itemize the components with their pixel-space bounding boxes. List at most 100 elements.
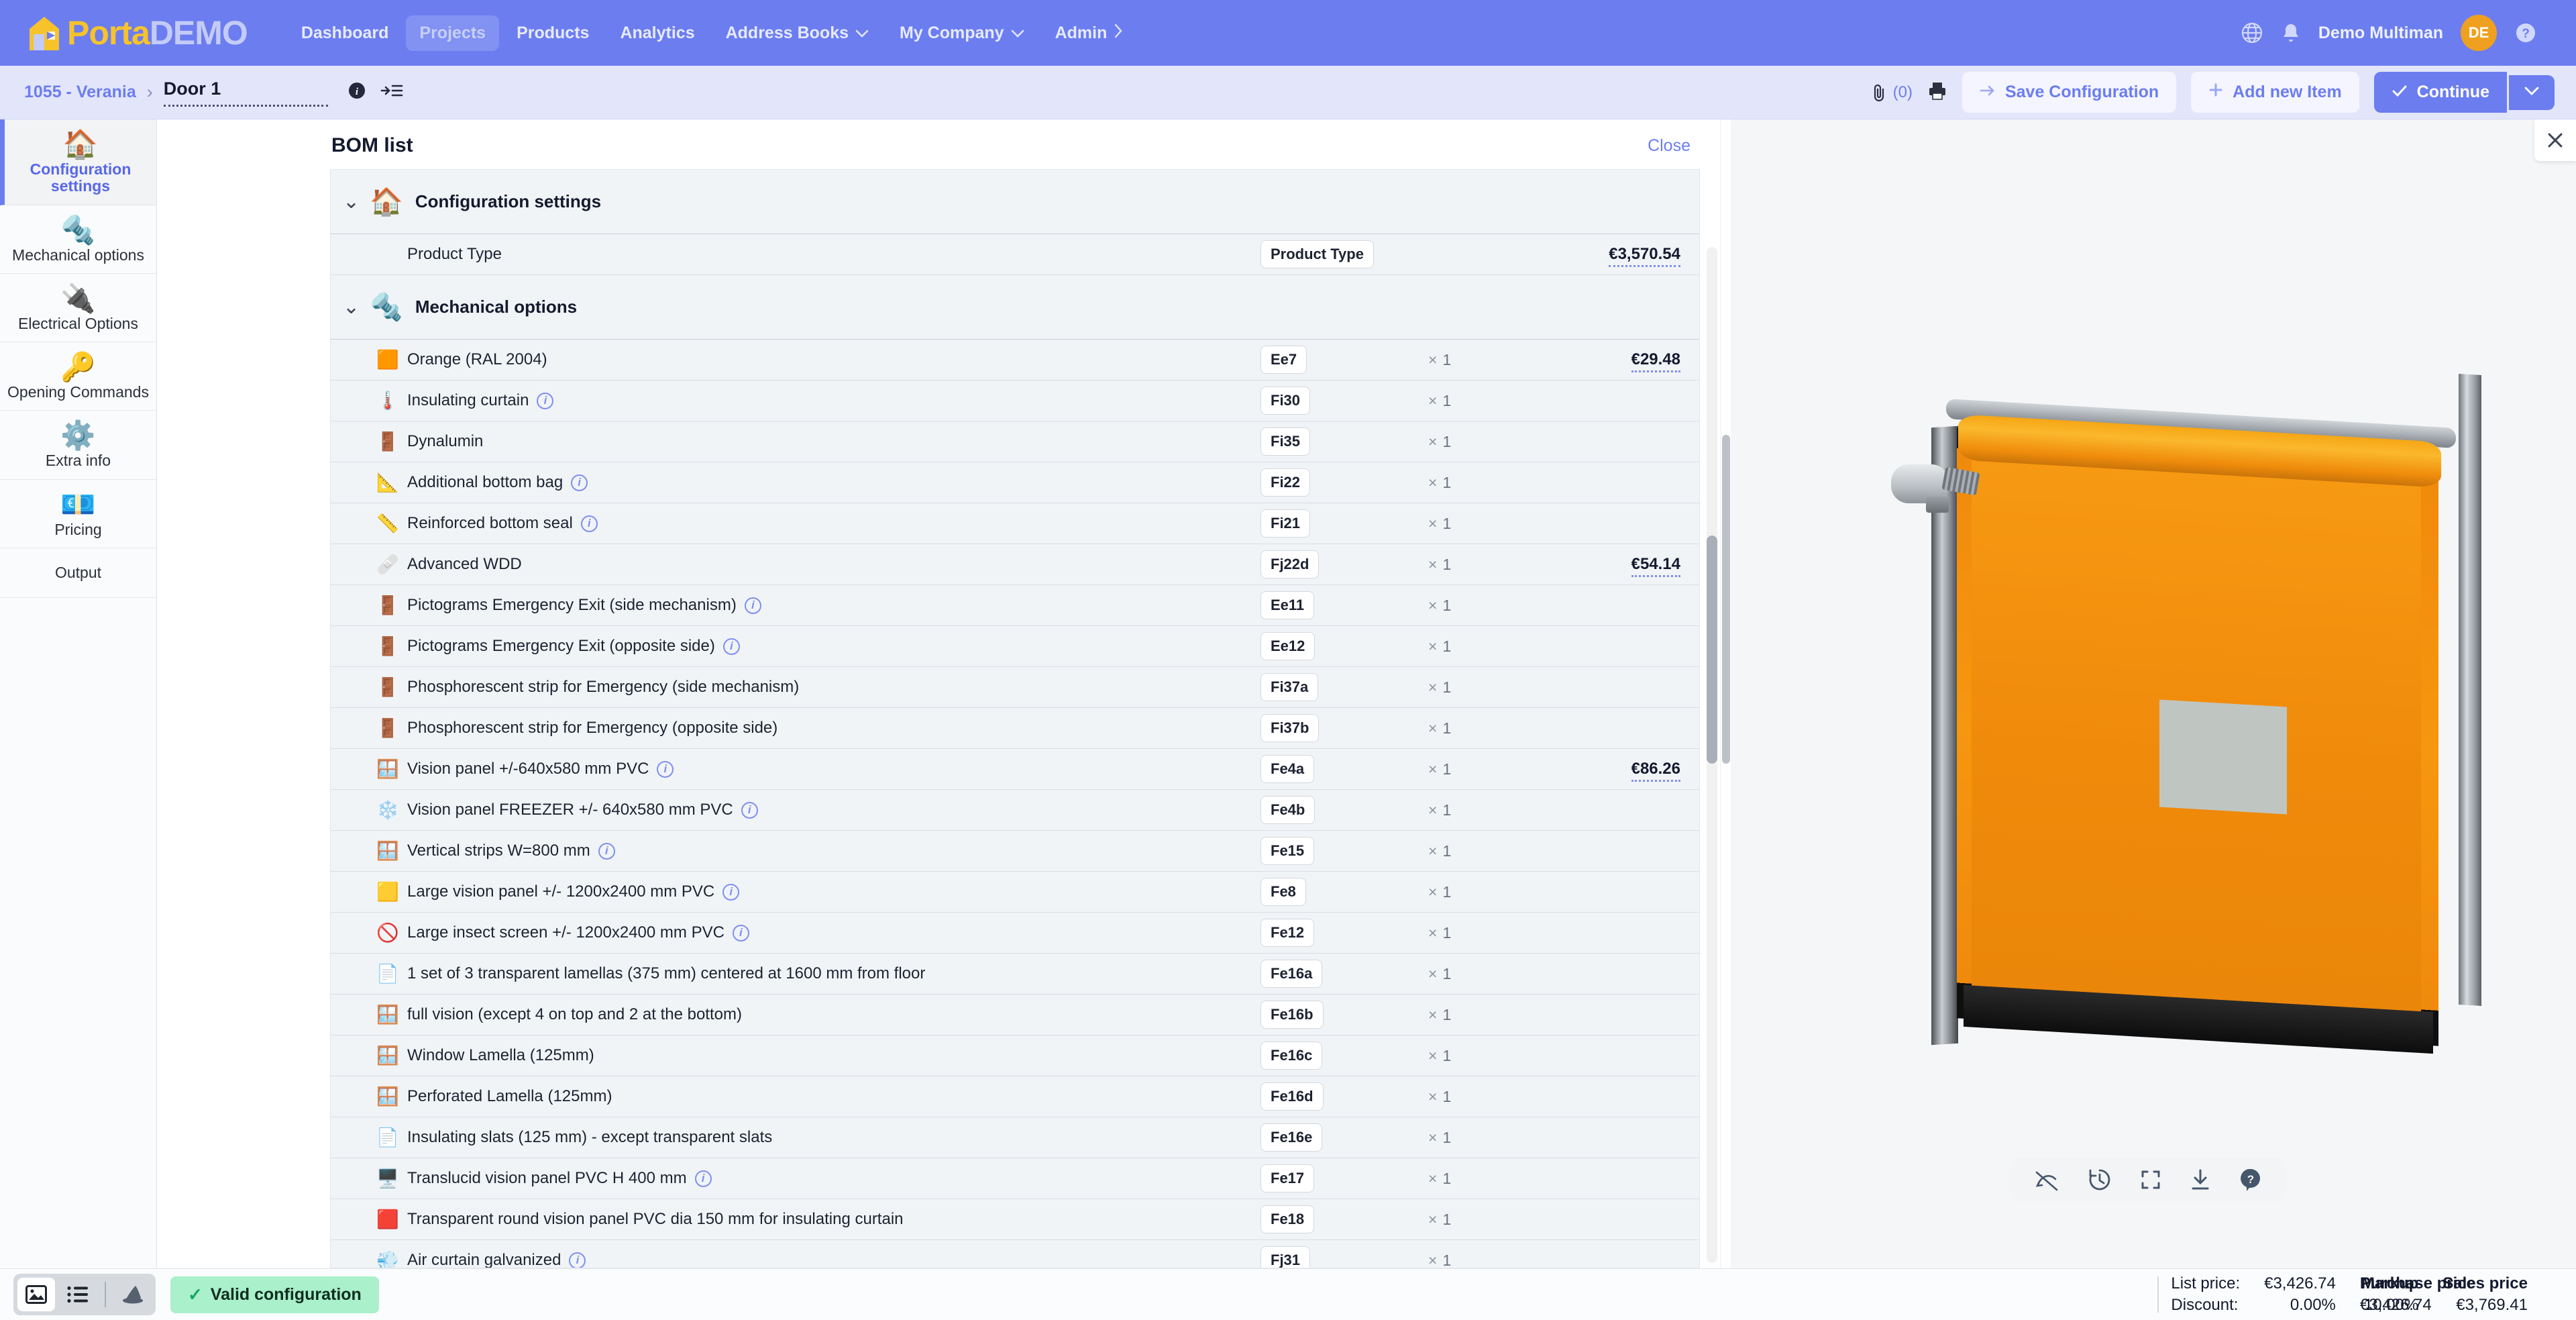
bom-row[interactable]: 🚪Phosphorescent strip for Emergency (sid… — [331, 667, 1699, 708]
bom-row[interactable]: 📏Reinforced bottom sealiFi21×1 — [331, 503, 1699, 544]
bom-scrollbar[interactable] — [1707, 247, 1717, 1263]
app-logo[interactable]: PortaDEMO — [27, 14, 248, 52]
product-viewer[interactable]: ? — [1720, 119, 2576, 1268]
bom-row[interactable]: 🌡️Insulating curtainiFi30×1 — [331, 380, 1699, 421]
bom-item-code[interactable]: Fe4b — [1260, 796, 1315, 824]
bom-item-price[interactable]: €86.26 — [1631, 760, 1680, 782]
info-icon[interactable]: i — [657, 761, 674, 778]
info-icon[interactable]: i — [695, 1170, 712, 1187]
bom-scrollbar-thumb[interactable] — [1707, 536, 1717, 764]
info-icon[interactable]: i — [733, 925, 749, 942]
fullscreen-icon[interactable] — [2140, 1169, 2161, 1190]
bom-row[interactable]: 🚪DynaluminFi35×1 — [331, 421, 1699, 462]
bom-item-code[interactable]: Fe16e — [1260, 1123, 1322, 1152]
bom-row[interactable]: 🚪Phosphorescent strip for Emergency (opp… — [331, 708, 1699, 749]
view-mode-list-button[interactable] — [59, 1278, 97, 1311]
bom-item-code[interactable]: Fe16b — [1260, 1001, 1324, 1029]
nav-item-projects[interactable]: Projects — [406, 15, 499, 51]
bom-item-code[interactable]: Fi35 — [1260, 427, 1310, 456]
bom-row[interactable]: 🖥️Translucid vision panel PVC H 400 mmiF… — [331, 1158, 1699, 1199]
bom-close-link[interactable]: Close — [1648, 136, 1690, 156]
bom-item-code[interactable]: Fe15 — [1260, 837, 1314, 865]
help-circle-icon[interactable]: ? — [2514, 21, 2537, 44]
bom-item-code[interactable]: Fe8 — [1260, 878, 1306, 906]
rail-item-pricing[interactable]: 💶 Pricing — [0, 480, 156, 548]
bom-row[interactable]: 💨Air curtain galvanizediFj31×1 — [331, 1240, 1699, 1268]
bom-item-price[interactable]: €3,570.54 — [1609, 245, 1680, 267]
bom-row[interactable]: 🪟Vertical strips W=800 mmiFe15×1 — [331, 831, 1699, 872]
chevron-down-icon[interactable]: ⌄ — [343, 297, 358, 317]
continue-dropdown-button[interactable] — [2509, 75, 2555, 110]
info-icon[interactable]: i — [598, 843, 615, 860]
info-icon[interactable]: i — [741, 802, 758, 819]
nav-item-analytics[interactable]: Analytics — [606, 15, 708, 51]
nav-item-admin[interactable]: Admin — [1042, 15, 1137, 51]
download-icon[interactable] — [2190, 1168, 2211, 1191]
nav-item-address-books[interactable]: Address Books — [712, 15, 882, 51]
bom-row[interactable]: 📄Insulating slats (125 mm) - except tran… — [331, 1117, 1699, 1158]
history-icon[interactable] — [2088, 1168, 2112, 1192]
bom-item-code[interactable]: Fe16d — [1260, 1082, 1324, 1111]
info-icon[interactable]: i — [722, 884, 739, 901]
rail-item-extra-info[interactable]: ⚙️ Extra info — [0, 411, 156, 479]
bom-item-code[interactable]: Ee11 — [1260, 591, 1314, 619]
save-configuration-button[interactable]: Save Configuration — [1962, 72, 2176, 113]
measure-off-icon[interactable] — [2034, 1168, 2059, 1191]
bom-row[interactable]: 📐Additional bottom bagiFi22×1 — [331, 462, 1699, 503]
rail-item-electrical-options[interactable]: 🔌 Electrical Options — [0, 274, 156, 342]
help-icon[interactable]: ? — [2239, 1168, 2262, 1192]
info-icon[interactable]: i — [581, 515, 598, 532]
info-icon[interactable]: i — [571, 474, 588, 491]
bom-item-code[interactable]: Fi22 — [1260, 468, 1310, 497]
bom-item-code[interactable]: Fi21 — [1260, 509, 1310, 538]
bom-row[interactable]: 🚫Large insect screen +/- 1200x2400 mm PV… — [331, 913, 1699, 954]
bom-item-code[interactable]: Fj31 — [1260, 1246, 1310, 1268]
bom-item-code[interactable]: Fe12 — [1260, 919, 1314, 947]
bom-item-price[interactable]: €54.14 — [1631, 555, 1680, 577]
attachments-button[interactable]: (0) — [1870, 83, 1913, 103]
bom-row[interactable]: 🪟Perforated Lamella (125mm)Fe16d×1 — [331, 1076, 1699, 1117]
bom-row[interactable]: 🪟Vision panel +/-640x580 mm PVCiFe4a×1€8… — [331, 749, 1699, 790]
bom-row[interactable]: 🟧Orange (RAL 2004)Ee7×1€29.48 — [331, 340, 1699, 380]
discount-value[interactable]: 0.00% — [2252, 1294, 2348, 1316]
bom-item-code[interactable]: Fe18 — [1260, 1205, 1314, 1233]
bom-item-code[interactable]: Fe16a — [1260, 960, 1322, 988]
breadcrumb-parent-link[interactable]: 1055 - Verania — [24, 83, 136, 102]
avatar[interactable]: DE — [2461, 15, 2497, 51]
bom-group-header[interactable]: ⌄🔩Mechanical options — [331, 275, 1699, 340]
chevron-down-icon[interactable]: ⌄ — [343, 192, 358, 212]
bell-icon[interactable] — [2281, 22, 2301, 44]
bom-row[interactable]: 🚪Pictograms Emergency Exit (side mechani… — [331, 585, 1699, 626]
add-new-item-button[interactable]: Add new Item — [2191, 72, 2359, 113]
bom-item-code[interactable]: Fi37b — [1260, 714, 1319, 742]
bom-row[interactable]: 🚪Pictograms Emergency Exit (opposite sid… — [331, 626, 1699, 667]
markup-value[interactable]: 10.00% — [2349, 1294, 2430, 1316]
info-icon[interactable]: i — [569, 1252, 586, 1269]
rail-item-opening-commands[interactable]: 🔑 Opening Commands — [0, 342, 156, 411]
bom-row[interactable]: Product TypeProduct Type€3,570.54 — [331, 234, 1699, 275]
nav-item-dashboard[interactable]: Dashboard — [288, 15, 402, 51]
bom-item-code[interactable]: Fj22d — [1260, 550, 1319, 578]
nav-item-my-company[interactable]: My Company — [886, 15, 1038, 51]
continue-button[interactable]: Continue — [2374, 72, 2507, 113]
info-icon[interactable]: i — [537, 393, 553, 409]
bom-row[interactable]: 🪟Window Lamella (125mm)Fe16c×1 — [331, 1035, 1699, 1076]
bom-item-code[interactable]: Fi30 — [1260, 387, 1310, 415]
item-name-input[interactable]: Door 1 — [164, 79, 328, 107]
add-to-list-icon[interactable] — [380, 82, 403, 103]
bom-item-code[interactable]: Ee7 — [1260, 346, 1307, 374]
globe-icon[interactable] — [2241, 21, 2263, 44]
bom-row[interactable]: 🟥Transparent round vision panel PVC dia … — [331, 1199, 1699, 1240]
rail-item-configuration-settings[interactable]: 🏠 Configuration settings — [0, 119, 156, 205]
bom-group-header[interactable]: ⌄🏠Configuration settings — [331, 170, 1699, 234]
info-icon[interactable]: i — [723, 638, 740, 655]
bom-row[interactable]: 🪟full vision (except 4 on top and 2 at t… — [331, 995, 1699, 1035]
print-icon[interactable] — [1927, 81, 1947, 104]
rail-item-output[interactable]: Output — [0, 548, 156, 598]
bom-row[interactable]: 📄1 set of 3 transparent lamellas (375 mm… — [331, 954, 1699, 995]
bom-item-code[interactable]: Fe17 — [1260, 1164, 1314, 1192]
bom-item-code[interactable]: Fi37a — [1260, 673, 1318, 701]
bom-row[interactable]: ❄️Vision panel FREEZER +/- 640x580 mm PV… — [331, 790, 1699, 831]
nav-item-products[interactable]: Products — [503, 15, 602, 51]
info-icon[interactable]: i — [348, 82, 366, 103]
